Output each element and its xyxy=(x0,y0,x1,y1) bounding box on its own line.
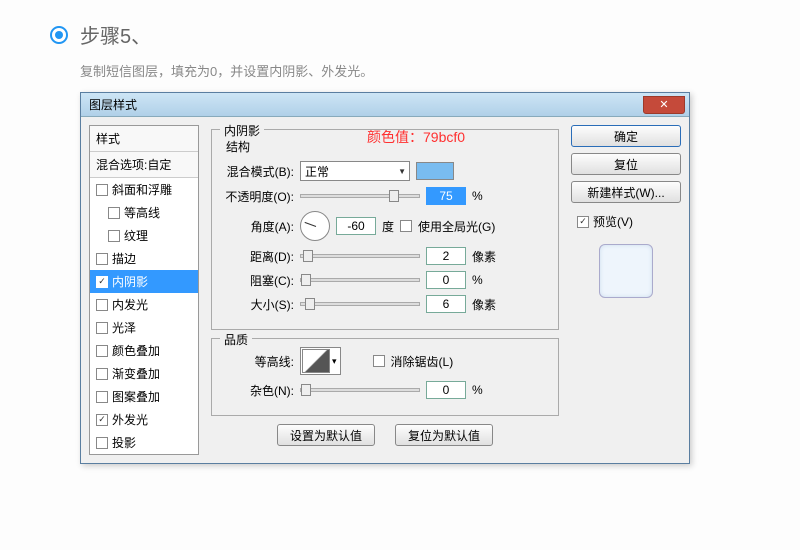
angle-unit: 度 xyxy=(382,218,394,235)
choke-unit: % xyxy=(472,273,483,287)
slider-thumb-icon[interactable] xyxy=(389,190,399,202)
distance-unit: 像素 xyxy=(472,248,496,265)
sidebar-item-stroke[interactable]: 描边 xyxy=(90,247,198,270)
inner-shadow-group: 内阴影 结构 混合模式(B): 正常 不透明度(O): % 角度( xyxy=(211,129,559,330)
sidebar-item-texture[interactable]: 纹理 xyxy=(90,224,198,247)
checkbox-icon[interactable] xyxy=(96,391,108,403)
size-slider[interactable] xyxy=(300,302,420,306)
antialias-label: 消除锯齿(L) xyxy=(391,353,454,370)
contour-picker[interactable] xyxy=(300,347,341,375)
dialog-titlebar[interactable]: 图层样式 ✕ xyxy=(81,93,689,117)
slider-thumb-icon[interactable] xyxy=(305,298,315,310)
preview-checkbox[interactable] xyxy=(577,216,589,228)
blend-mode-dropdown[interactable]: 正常 xyxy=(300,161,410,181)
checkbox-icon[interactable] xyxy=(96,276,108,288)
quality-group: 品质 等高线: 消除锯齿(L) 杂色(N): % xyxy=(211,338,559,416)
sidebar-subheader[interactable]: 混合选项:自定 xyxy=(90,152,198,178)
structure-title: 结构 xyxy=(226,138,548,155)
new-style-button[interactable]: 新建样式(W)... xyxy=(571,181,681,203)
opacity-slider[interactable] xyxy=(300,194,420,198)
layer-style-dialog: 图层样式 ✕ 样式 混合选项:自定 斜面和浮雕 等高线 纹理 描边 内阴影 内发… xyxy=(80,92,690,464)
checkbox-icon[interactable] xyxy=(108,207,120,219)
size-label: 大小(S): xyxy=(222,296,294,313)
distance-slider[interactable] xyxy=(300,254,420,258)
group-title: 内阴影 xyxy=(220,122,264,139)
global-light-label: 使用全局光(G) xyxy=(418,218,495,235)
cancel-button[interactable]: 复位 xyxy=(571,153,681,175)
preview-label: 预览(V) xyxy=(593,213,633,230)
noise-input[interactable] xyxy=(426,381,466,399)
global-light-checkbox[interactable] xyxy=(400,220,412,232)
angle-label: 角度(A): xyxy=(222,218,294,235)
noise-slider[interactable] xyxy=(300,388,420,392)
preview-thumbnail xyxy=(599,244,653,298)
opacity-label: 不透明度(O): xyxy=(222,188,294,205)
dialog-title: 图层样式 xyxy=(89,96,137,113)
checkbox-icon[interactable] xyxy=(96,414,108,426)
set-default-button[interactable]: 设置为默认值 xyxy=(277,424,375,446)
checkbox-icon[interactable] xyxy=(96,345,108,357)
sidebar-item-inner-glow[interactable]: 内发光 xyxy=(90,293,198,316)
distance-input[interactable] xyxy=(426,247,466,265)
opacity-input[interactable] xyxy=(426,187,466,205)
quality-title: 品质 xyxy=(220,331,252,348)
noise-label: 杂色(N): xyxy=(222,382,294,399)
checkbox-icon[interactable] xyxy=(96,299,108,311)
sidebar-item-contour[interactable]: 等高线 xyxy=(90,201,198,224)
checkbox-icon[interactable] xyxy=(96,437,108,449)
noise-unit: % xyxy=(472,383,483,397)
choke-input[interactable] xyxy=(426,271,466,289)
sidebar-item-bevel[interactable]: 斜面和浮雕 xyxy=(90,178,198,201)
checkbox-icon[interactable] xyxy=(96,322,108,334)
step-bullet-icon xyxy=(50,26,68,44)
sidebar-item-inner-shadow[interactable]: 内阴影 xyxy=(90,270,198,293)
choke-slider[interactable] xyxy=(300,278,420,282)
main-panel: 颜色值：79bcf0 内阴影 结构 混合模式(B): 正常 不透明度(O): % xyxy=(207,125,563,455)
angle-dial[interactable] xyxy=(300,211,330,241)
size-unit: 像素 xyxy=(472,296,496,313)
checkbox-icon[interactable] xyxy=(108,230,120,242)
right-panel: 确定 复位 新建样式(W)... 预览(V) xyxy=(571,125,681,455)
opacity-unit: % xyxy=(472,189,483,203)
checkbox-icon[interactable] xyxy=(96,368,108,380)
contour-swatch-icon xyxy=(302,349,330,373)
size-input[interactable] xyxy=(426,295,466,313)
choke-label: 阻塞(C): xyxy=(222,272,294,289)
color-swatch[interactable] xyxy=(416,162,454,180)
contour-label: 等高线: xyxy=(222,353,294,370)
slider-thumb-icon[interactable] xyxy=(301,274,311,286)
sidebar-header[interactable]: 样式 xyxy=(90,126,198,152)
slider-thumb-icon[interactable] xyxy=(301,384,311,396)
sidebar-item-drop-shadow[interactable]: 投影 xyxy=(90,431,198,454)
ok-button[interactable]: 确定 xyxy=(571,125,681,147)
sidebar-item-satin[interactable]: 光泽 xyxy=(90,316,198,339)
close-button[interactable]: ✕ xyxy=(643,96,685,114)
step-title: 步骤5、 xyxy=(80,20,151,49)
slider-thumb-icon[interactable] xyxy=(303,250,313,262)
antialias-checkbox[interactable] xyxy=(373,355,385,367)
sidebar-item-gradient-overlay[interactable]: 渐变叠加 xyxy=(90,362,198,385)
angle-input[interactable] xyxy=(336,217,376,235)
styles-sidebar: 样式 混合选项:自定 斜面和浮雕 等高线 纹理 描边 内阴影 内发光 光泽 颜色… xyxy=(89,125,199,455)
checkbox-icon[interactable] xyxy=(96,184,108,196)
sidebar-item-pattern-overlay[interactable]: 图案叠加 xyxy=(90,385,198,408)
checkbox-icon[interactable] xyxy=(96,253,108,265)
reset-default-button[interactable]: 复位为默认值 xyxy=(395,424,493,446)
step-description: 复制短信图层，填充为0，并设置内阴影、外发光。 xyxy=(80,61,750,80)
blend-mode-label: 混合模式(B): xyxy=(222,163,294,180)
sidebar-item-color-overlay[interactable]: 颜色叠加 xyxy=(90,339,198,362)
distance-label: 距离(D): xyxy=(222,248,294,265)
sidebar-item-outer-glow[interactable]: 外发光 xyxy=(90,408,198,431)
